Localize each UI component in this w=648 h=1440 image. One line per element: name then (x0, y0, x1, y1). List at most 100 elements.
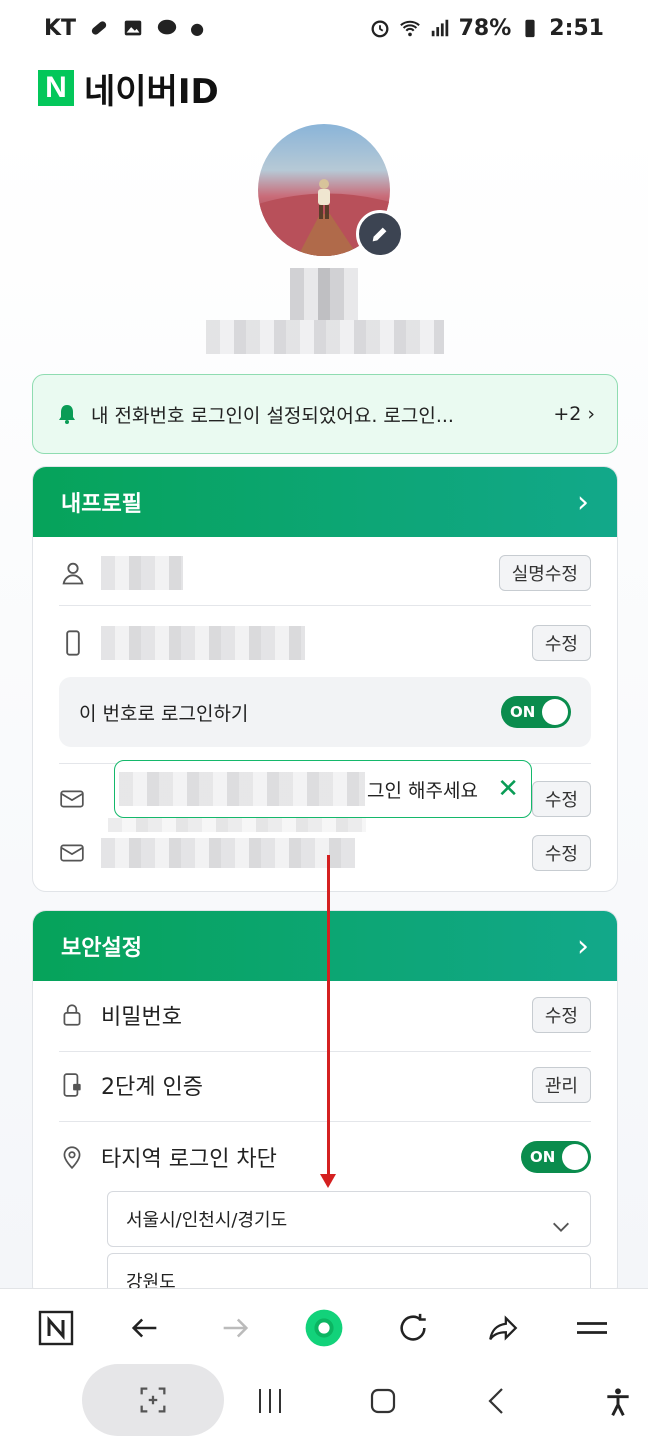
system-back-button[interactable] (482, 1386, 512, 1416)
phone-icon (66, 630, 80, 656)
hamburger-icon (576, 1321, 607, 1334)
forward-button[interactable] (215, 1308, 255, 1348)
region-select-1[interactable]: 서울시/인천시/경기도 (107, 1191, 591, 1247)
time-label: 2:51 (549, 15, 604, 41)
blurred-user-id (206, 320, 444, 354)
notification-more[interactable]: +2 › (553, 403, 595, 425)
menu-button[interactable] (572, 1308, 612, 1348)
person-icon (62, 562, 84, 585)
toggle-knob (542, 699, 568, 725)
chevron-right-icon: › (577, 484, 589, 520)
toggle-knob (562, 1144, 588, 1170)
email-row-2: 수정 (59, 833, 591, 873)
app-header: N 네이버ID (0, 56, 648, 120)
phone-login-toggle-state: ON (510, 703, 536, 721)
phone-lock-icon (63, 1073, 81, 1097)
status-bar: KT ● 78% 2:51 (0, 0, 648, 56)
naver-logo[interactable]: N (38, 70, 74, 106)
accessibility-icon (607, 1388, 629, 1416)
manage-two-factor-button[interactable]: 관리 (531, 1067, 591, 1103)
login-tooltip: 그인 해주세요 ✕ (114, 760, 532, 818)
back-button[interactable] (125, 1308, 165, 1348)
mail-icon (60, 844, 84, 862)
wifi-icon (399, 20, 420, 37)
divider (59, 1051, 591, 1052)
arrow-left-icon (132, 1318, 157, 1337)
pill-icon (91, 21, 107, 35)
region-block-row: 타지역 로그인 차단 ON (59, 1137, 591, 1177)
notification-banner[interactable]: 내 전화번호 로그인이 설정되었어요. 로그인... +2 › (32, 374, 618, 454)
recent-apps-icon (259, 1389, 281, 1413)
accessibility-button[interactable] (602, 1386, 634, 1418)
phone-row: 수정 (59, 623, 591, 663)
two-factor-row: 2단계 인증 관리 (59, 1065, 591, 1105)
blurred-email-1 (108, 818, 366, 832)
home-button[interactable] (368, 1386, 398, 1416)
page-title: 네이버ID (84, 71, 219, 112)
edit-password-button[interactable]: 수정 (531, 997, 591, 1033)
edit-email-2-button[interactable]: 수정 (531, 835, 591, 871)
edit-avatar-button[interactable] (356, 210, 404, 258)
notification-count: +2 (553, 403, 582, 425)
annotation-arrow-head (320, 1174, 336, 1188)
green-dot-button[interactable] (304, 1308, 344, 1348)
region-block-toggle[interactable]: ON (521, 1141, 591, 1173)
profile-card-title: 내프로필 (61, 492, 142, 517)
security-card-header[interactable]: 보안설정 › (33, 911, 617, 981)
battery-icon (525, 19, 535, 38)
close-tooltip-button[interactable]: ✕ (497, 774, 519, 804)
carrier-label: KT (44, 15, 77, 41)
phone-login-setting: 이 번호로 로그인하기 ON (59, 677, 591, 747)
refresh-button[interactable] (393, 1308, 433, 1348)
lock-icon (63, 1004, 81, 1026)
talk-icon (157, 19, 177, 35)
edit-email-1-button[interactable]: 수정 (531, 781, 591, 817)
battery-label: 78% (458, 15, 512, 41)
annotation-arrow-line (327, 855, 330, 1177)
alarm-icon (371, 20, 389, 38)
scan-icon (140, 1387, 166, 1413)
chevron-right-icon: › (577, 928, 589, 964)
share-icon (488, 1314, 517, 1341)
name-row: 실명수정 (59, 553, 591, 593)
arrow-right-icon (223, 1318, 248, 1337)
region-block-label: 타지역 로그인 차단 (101, 1147, 277, 1172)
pencil-icon (372, 227, 387, 242)
password-row: 비밀번호 수정 (59, 995, 591, 1035)
security-card-title: 보안설정 (61, 936, 142, 961)
blurred-email-2 (101, 838, 355, 868)
blurred-username (290, 268, 358, 320)
signal-icon (431, 19, 448, 37)
divider (59, 1121, 591, 1122)
password-label: 비밀번호 (101, 1005, 182, 1030)
phone-login-label: 이 번호로 로그인하기 (79, 702, 249, 725)
bell-icon (59, 405, 75, 424)
dot-icon: ● (190, 18, 205, 38)
mail-icon (60, 790, 84, 808)
refresh-icon (400, 1313, 427, 1341)
profile-card-header[interactable]: 내프로필 › (33, 467, 617, 537)
share-button[interactable] (483, 1308, 523, 1348)
security-card: 보안설정 › 비밀번호 수정 2단계 인증 관리 타지역 로그인 차단 ON 서… (32, 910, 618, 1300)
blurred-phone-number (101, 626, 305, 660)
gallery-icon (124, 20, 142, 36)
blurred-name (101, 556, 183, 590)
notification-text: 내 전화번호 로그인이 설정되었어요. 로그인... (91, 404, 454, 427)
tooltip-text: 그인 해주세요 (367, 779, 478, 802)
edit-phone-button[interactable]: 수정 (531, 625, 591, 661)
assistant-pill-button[interactable] (82, 1364, 224, 1436)
location-pin-icon (63, 1146, 81, 1170)
browser-toolbar (0, 1288, 648, 1366)
edit-real-name-button[interactable]: 실명수정 (498, 555, 591, 591)
green-dot-icon (305, 1309, 343, 1346)
naver-n-icon (38, 1310, 74, 1345)
recent-apps-button[interactable] (254, 1386, 286, 1416)
region-block-toggle-state: ON (530, 1148, 556, 1166)
blurred-tooltip-text (119, 772, 365, 806)
phone-login-toggle[interactable]: ON (501, 696, 571, 728)
chevron-left-icon (488, 1388, 503, 1414)
chevron-down-icon (553, 1222, 569, 1232)
region-option-1: 서울시/인천시/경기도 (126, 1210, 288, 1231)
home-icon (370, 1388, 396, 1414)
naver-home-button[interactable] (36, 1308, 76, 1348)
